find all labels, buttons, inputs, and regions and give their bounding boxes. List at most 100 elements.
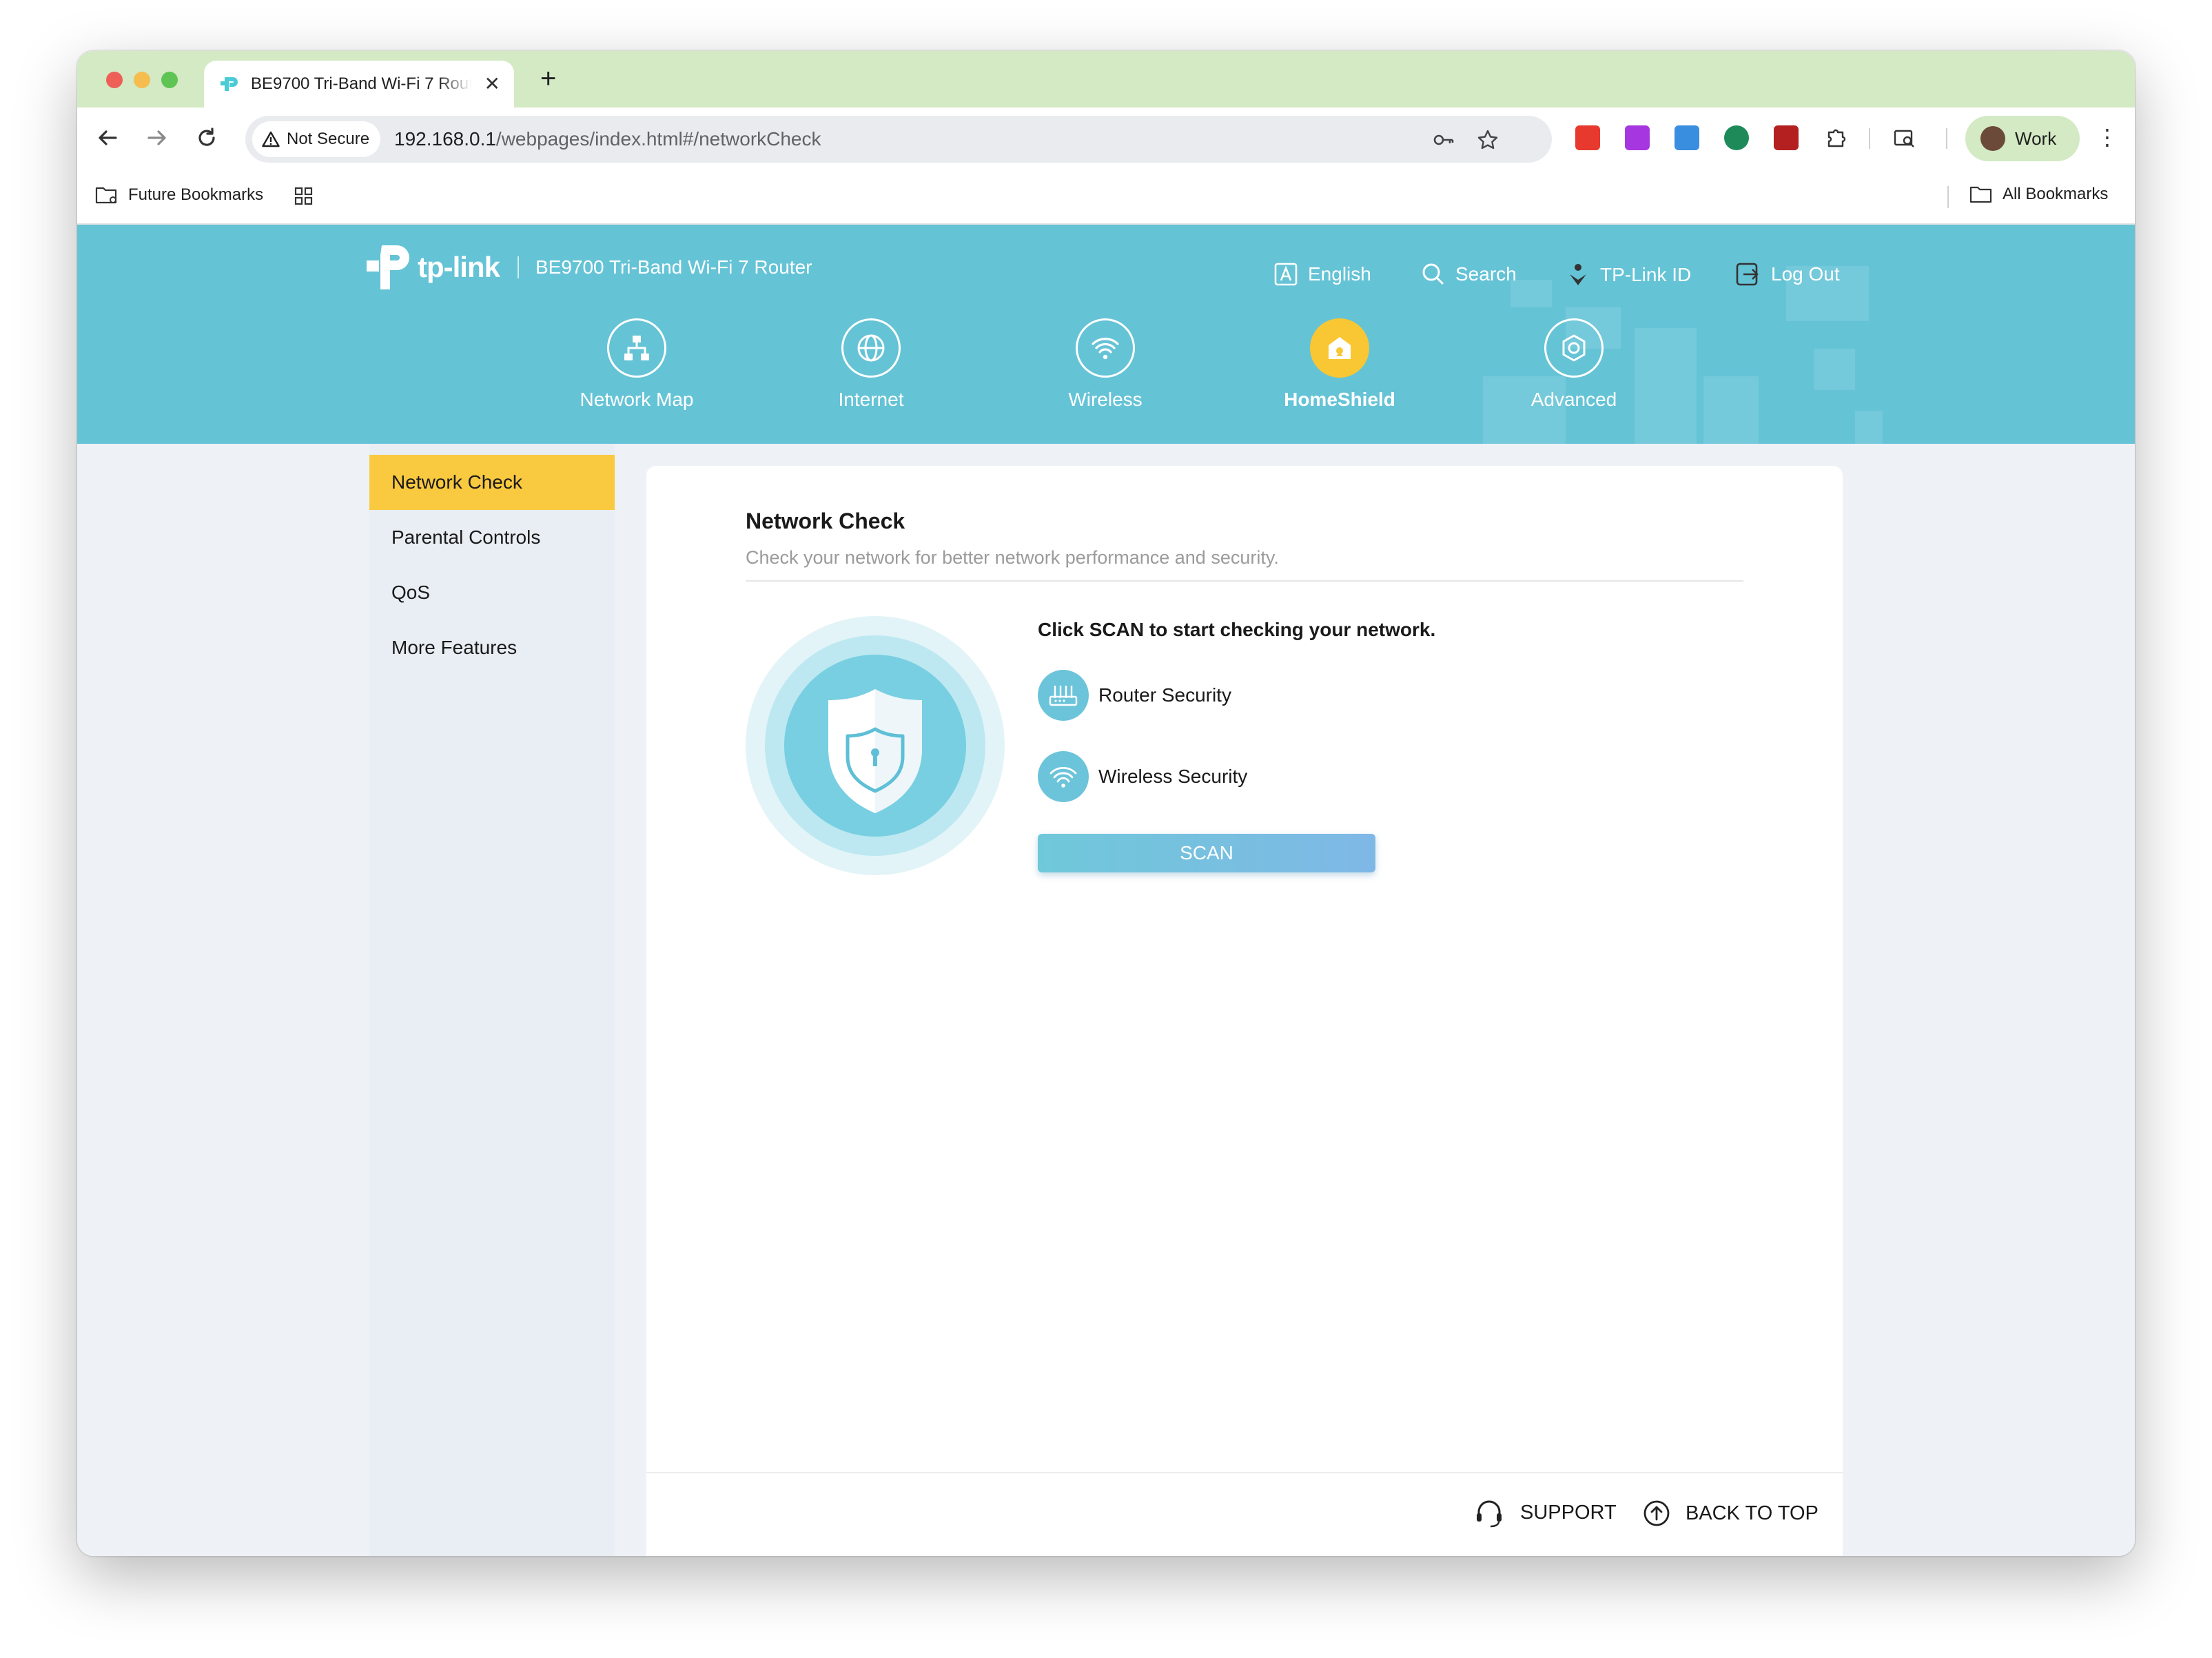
nav-homeshield[interactable]: HomeShield bbox=[1271, 318, 1409, 411]
title-divider bbox=[746, 580, 1743, 582]
logout-label: Log Out bbox=[1771, 263, 1840, 285]
header-pattern bbox=[1855, 411, 1883, 444]
extension-e-icon[interactable] bbox=[1625, 125, 1650, 150]
all-bookmarks-label: All Bookmarks bbox=[2003, 185, 2109, 203]
toolbar-divider bbox=[1946, 128, 1947, 149]
language-selector[interactable]: English bbox=[1273, 262, 1371, 287]
sidebar-item-parental-controls[interactable]: Parental Controls bbox=[369, 510, 615, 565]
brand-name: tp-link bbox=[418, 251, 500, 283]
nav-network-map[interactable]: Network Map bbox=[568, 318, 706, 411]
security-label: Not Secure bbox=[287, 130, 370, 148]
wireless-security-item: Wireless Security bbox=[1038, 751, 1247, 802]
warning-icon bbox=[262, 131, 280, 147]
security-indicator[interactable]: Not Secure bbox=[252, 121, 381, 157]
back-to-top-link[interactable]: BACK TO TOP bbox=[1643, 1500, 1819, 1527]
router-security-item: Router Security bbox=[1038, 670, 1231, 721]
footer-divider bbox=[646, 1472, 1843, 1473]
folder-icon bbox=[1969, 186, 1992, 203]
advanced-gear-icon bbox=[1544, 318, 1604, 378]
nav-label-wireless: Wireless bbox=[1068, 389, 1143, 410]
header-pattern bbox=[1703, 376, 1759, 444]
wifi-icon bbox=[1038, 751, 1089, 802]
router-body: Network Check Parental Controls QoS More… bbox=[77, 444, 2135, 1556]
sidebar-item-more-features[interactable]: More Features bbox=[369, 620, 615, 675]
logo-divider bbox=[517, 256, 519, 278]
forward-arrow-icon[interactable] bbox=[143, 124, 171, 152]
network-check-panel: Network Check Check your network for bet… bbox=[646, 466, 1843, 1556]
bookmark-star-icon[interactable] bbox=[1476, 128, 1499, 152]
tplink-id-button[interactable]: TP-Link ID bbox=[1566, 262, 1691, 288]
minimize-window-button[interactable] bbox=[134, 72, 150, 88]
browser-toolbar: Not Secure 192.168.0.1/webpages/index.ht… bbox=[77, 108, 2135, 170]
apps-grid-icon[interactable] bbox=[294, 186, 314, 207]
header-pattern bbox=[1510, 280, 1552, 307]
router-model: BE9700 Tri-Band Wi-Fi 7 Router bbox=[535, 256, 812, 278]
tplink-id-label: TP-Link ID bbox=[1600, 264, 1692, 285]
extension-link-icon[interactable] bbox=[1675, 125, 1699, 150]
language-label: English bbox=[1308, 263, 1371, 285]
language-icon bbox=[1274, 263, 1298, 286]
maximize-window-button[interactable] bbox=[161, 72, 178, 88]
bookmark-folder-label: Future Bookmarks bbox=[128, 185, 264, 204]
router-page: tp-link BE9700 Tri-Band Wi-Fi 7 Router E… bbox=[77, 225, 2135, 1556]
profile-button[interactable]: Work bbox=[1965, 116, 2080, 161]
wifi-icon bbox=[1076, 318, 1135, 378]
browser-menu-icon[interactable]: ⋮ bbox=[2096, 120, 2118, 154]
toolbar-divider bbox=[1869, 128, 1870, 149]
router-icon bbox=[1038, 670, 1089, 721]
new-tab-button[interactable]: + bbox=[540, 63, 556, 94]
reload-icon[interactable] bbox=[193, 124, 221, 152]
profile-name: Work bbox=[2015, 128, 2057, 149]
url-path: /webpages/index.html#/networkCheck bbox=[495, 128, 821, 150]
security-shield-illustration bbox=[746, 616, 1005, 875]
address-bar[interactable]: Not Secure 192.168.0.1/webpages/index.ht… bbox=[245, 116, 1552, 163]
header-pattern bbox=[1814, 349, 1855, 390]
logout-button[interactable]: Log Out bbox=[1735, 262, 1840, 287]
nav-internet[interactable]: Internet bbox=[802, 318, 940, 411]
nav-advanced[interactable]: Advanced bbox=[1505, 318, 1643, 411]
tab-title: BE9700 Tri-Band Wi-Fi 7 Router bbox=[251, 74, 471, 93]
nav-label-internet: Internet bbox=[838, 389, 904, 410]
wireless-security-label: Wireless Security bbox=[1098, 766, 1248, 787]
logout-icon bbox=[1736, 263, 1759, 286]
homeshield-icon bbox=[1310, 318, 1369, 378]
password-key-icon[interactable] bbox=[1432, 128, 1455, 152]
managed-folder-icon bbox=[95, 187, 117, 204]
page-title: Network Check bbox=[746, 509, 905, 533]
search-button[interactable]: Search bbox=[1421, 262, 1517, 287]
tplink-favicon-icon bbox=[221, 77, 238, 91]
tab-close-icon[interactable]: ✕ bbox=[484, 73, 500, 95]
header-pattern bbox=[1635, 328, 1697, 444]
bookmark-folder-future[interactable]: Future Bookmarks bbox=[95, 185, 263, 205]
extension-tag-icon[interactable] bbox=[1575, 125, 1600, 150]
router-security-label: Router Security bbox=[1098, 684, 1231, 706]
bookmarks-bar: Future Bookmarks All Bookmarks bbox=[77, 170, 2135, 225]
scan-instruction: Click SCAN to start checking your networ… bbox=[1038, 619, 1436, 640]
nav-label-advanced: Advanced bbox=[1530, 389, 1617, 410]
browser-tab-active[interactable]: BE9700 Tri-Band Wi-Fi 7 Router ✕ bbox=[204, 61, 514, 108]
nav-wireless[interactable]: Wireless bbox=[1036, 318, 1174, 411]
tplink-logo[interactable]: tp-link BE9700 Tri-Band Wi-Fi 7 Router bbox=[365, 241, 812, 294]
scan-button[interactable]: SCAN bbox=[1038, 834, 1375, 872]
back-to-top-label: BACK TO TOP bbox=[1686, 1502, 1819, 1524]
search-icon bbox=[1422, 263, 1444, 285]
back-arrow-icon[interactable] bbox=[94, 124, 121, 152]
extension-grammar-icon[interactable] bbox=[1724, 125, 1749, 150]
url-text[interactable]: 192.168.0.1/webpages/index.html#/network… bbox=[394, 128, 821, 150]
nav-label-network-map: Network Map bbox=[580, 389, 694, 410]
sidebar-item-network-check[interactable]: Network Check bbox=[369, 455, 615, 510]
extension-i-icon[interactable] bbox=[1774, 125, 1799, 150]
sidebar-item-qos[interactable]: QoS bbox=[369, 565, 615, 620]
all-bookmarks-button[interactable]: All Bookmarks bbox=[1969, 185, 2108, 204]
extensions-puzzle-icon[interactable] bbox=[1823, 125, 1848, 150]
tab-search-icon[interactable] bbox=[1892, 125, 1917, 150]
url-host: 192.168.0.1 bbox=[394, 128, 496, 150]
close-window-button[interactable] bbox=[106, 72, 123, 88]
network-map-icon bbox=[607, 318, 666, 378]
arrow-up-circle-icon bbox=[1643, 1500, 1670, 1526]
nav-label-homeshield: HomeShield bbox=[1284, 389, 1395, 410]
support-link[interactable]: SUPPORT bbox=[1473, 1497, 1617, 1528]
avatar bbox=[1980, 126, 2005, 151]
browser-window: BE9700 Tri-Band Wi-Fi 7 Router ✕ + Not S… bbox=[77, 51, 2135, 1556]
sidebar: Network Check Parental Controls QoS More… bbox=[369, 444, 615, 1556]
